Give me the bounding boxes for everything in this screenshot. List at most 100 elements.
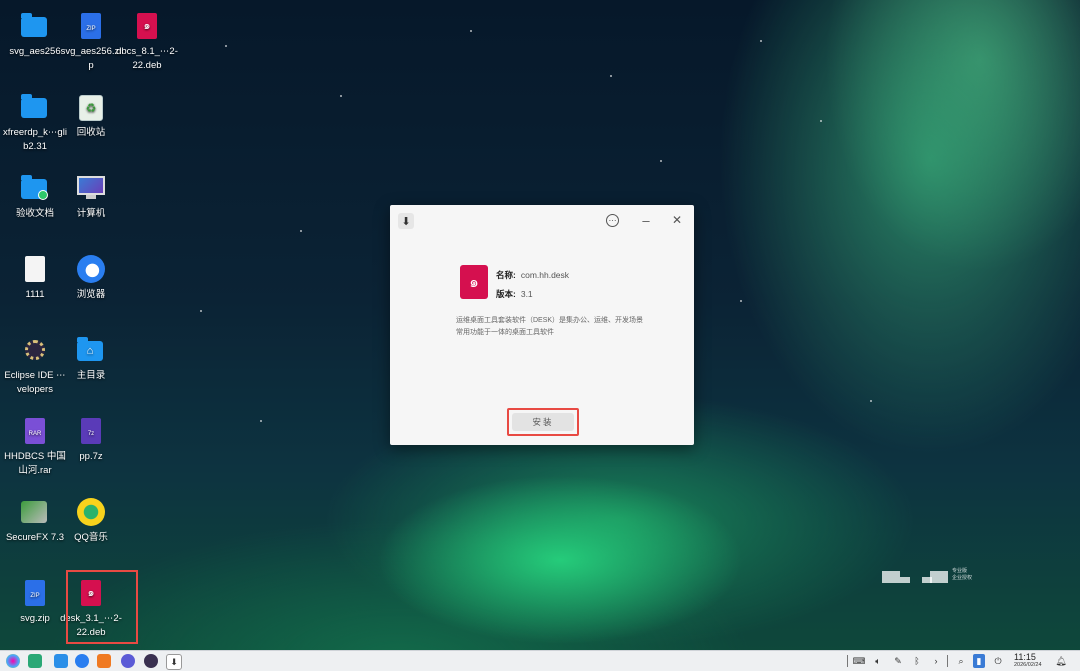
desktop-icon-browser[interactable]: 浏览器 <box>61 255 121 302</box>
star <box>760 40 762 42</box>
desktop-icon-label: Eclipse IDE ⋯velopers <box>4 370 66 395</box>
star <box>340 95 342 97</box>
clock-time[interactable]: 11:15 <box>1014 652 1036 662</box>
rar-file-icon: RAR <box>25 418 45 444</box>
desktop-icon-home[interactable]: ⌂ 主目录 <box>61 336 121 383</box>
package-name-label: 名称: <box>496 270 516 280</box>
desktop-icon-label: dbcs_8.1_⋯2-22.deb <box>116 46 178 71</box>
pen-icon[interactable]: ✎ <box>892 654 904 668</box>
minimize-button[interactable]: – <box>638 212 654 228</box>
show-desktop-icon[interactable] <box>28 654 42 668</box>
zip-file-icon: ZIP <box>81 13 101 39</box>
desktop-icon-qqmusic[interactable]: QQ音乐 <box>61 498 121 545</box>
package-name-value: com.hh.desk <box>520 270 570 280</box>
desktop-icon-label: xfreerdp_k⋯glib2.31 <box>3 127 67 152</box>
desktop-icon-xfreerdp[interactable]: xfreerdp_k⋯glib2.31 <box>3 93 67 154</box>
desktop-icon-trash[interactable]: ♻ 回收站 <box>61 93 121 140</box>
star <box>740 300 742 302</box>
app-store-icon[interactable] <box>97 654 111 668</box>
eclipse-icon[interactable] <box>144 654 158 668</box>
download-icon: ⬇ <box>398 213 414 229</box>
bluetooth-icon[interactable]: ᛒ <box>911 654 923 668</box>
settings-icon[interactable] <box>121 654 135 668</box>
desktop-icon-label: pp.7z <box>79 451 103 462</box>
desktop-icon-svg-aes256[interactable]: svg_aes256 <box>5 12 65 59</box>
volume-icon[interactable]: 🔈︎ <box>872 654 884 668</box>
power-icon[interactable]: ⏻ <box>992 654 1004 668</box>
selection-highlight <box>66 570 138 644</box>
package-name-row: 名称: com.hh.desk <box>496 269 569 281</box>
search-icon[interactable]: ⌕ <box>955 654 967 668</box>
network-icon[interactable]: ▮ <box>973 654 985 668</box>
eclipse-icon <box>25 340 45 360</box>
star <box>260 420 262 422</box>
close-button[interactable]: ✕ <box>669 212 685 228</box>
browser-icon <box>77 255 105 283</box>
desktop-icon-label: svg_aes256 <box>9 46 61 57</box>
tray-separator <box>947 655 948 667</box>
zip-file-icon: ZIP <box>25 580 45 606</box>
install-button[interactable]: 安装 <box>512 413 574 431</box>
package-version-row: 版本: 3.1 <box>496 288 533 300</box>
folder-icon <box>21 94 47 118</box>
7z-file-icon: 7z <box>81 418 101 444</box>
install-button-highlight: 安装 <box>507 408 579 436</box>
watermark-line1: 专业版 <box>952 568 968 574</box>
desktop-icon-label: 1111 <box>25 289 45 300</box>
desktop-icon-dbcs-deb[interactable]: ๑ dbcs_8.1_⋯2-22.deb <box>116 12 178 73</box>
star <box>300 230 302 232</box>
desktop-icon-hhdbcs-rar[interactable]: RAR HHDBCS 中国山河.rar <box>4 417 66 478</box>
dialog-titlebar[interactable]: ⬇ ⋯ – ✕ <box>390 205 694 235</box>
notification-bell-icon[interactable]: 🔔︎ <box>1055 654 1067 668</box>
star <box>870 400 872 402</box>
desktop-icon-1111[interactable]: 1111 <box>5 255 65 302</box>
package-installer-dialog: ⬇ ⋯ – ✕ ๑ 名称: com.hh.desk 版本: 3.1 运维桌面工具套装… <box>390 205 694 445</box>
debian-package-icon: ๑ <box>460 265 488 299</box>
taskbar: ⬇ ⌨ 🔈︎ ✎ ᛒ › ⌕ ▮ ⏻ 11:15 2026/02/24 🔔︎ <box>0 650 1080 671</box>
more-options-icon[interactable]: ⋯ <box>606 214 619 227</box>
package-installer-icon[interactable]: ⬇ <box>166 654 182 670</box>
desktop-icon-eclipse[interactable]: Eclipse IDE ⋯velopers <box>4 336 66 397</box>
star <box>470 30 472 32</box>
desktop-icon-label: 回收站 <box>76 127 106 138</box>
star <box>660 160 662 162</box>
desktop-icon-label: 验收文档 <box>15 208 54 219</box>
keyboard-icon[interactable]: ⌨ <box>853 654 866 668</box>
desktop-icon-label: HHDBCS 中国山河.rar <box>4 451 66 476</box>
debian-package-icon: ๑ <box>137 13 157 39</box>
star <box>225 45 227 47</box>
desktop-icon-label: 浏览器 <box>76 289 106 300</box>
star <box>200 310 202 312</box>
securefx-icon <box>21 498 49 526</box>
desktop-icon-computer[interactable]: 计算机 <box>61 174 121 221</box>
star <box>610 75 612 77</box>
package-version-label: 版本: <box>496 289 516 299</box>
desktop-icon-label: svg_aes256.zip <box>60 46 122 71</box>
folder-icon <box>21 13 47 37</box>
desktop-icon-acceptance-docs[interactable]: 验收文档 <box>5 174 65 221</box>
desktop-icon-label: 主目录 <box>76 370 106 381</box>
qqmusic-icon <box>77 498 105 526</box>
trash-icon: ♻ <box>77 93 105 121</box>
desktop-icon-label: 计算机 <box>76 208 106 219</box>
star <box>820 120 822 122</box>
file-manager-icon[interactable] <box>54 654 68 668</box>
home-folder-icon: ⌂ <box>77 337 103 361</box>
desktop-icon-securefx[interactable]: SecureFX 7.3 <box>5 498 65 545</box>
browser-icon[interactable] <box>75 654 89 668</box>
desktop-icon-svg-zip[interactable]: ZIP svg.zip <box>5 579 65 626</box>
expand-tray-icon[interactable]: › <box>930 654 942 668</box>
text-file-icon <box>25 256 45 282</box>
desktop-icon-pp-7z[interactable]: 7z pp.7z <box>61 417 121 464</box>
license-watermark: 专业版 企业授权 <box>882 568 982 586</box>
clock-date[interactable]: 2026/02/24 <box>1014 662 1042 668</box>
package-version-value: 3.1 <box>520 289 533 299</box>
package-description: 运维桌面工具套装软件（DESK）是集办公、运维、开发场景常用功能于一体的桌面工具… <box>456 317 644 336</box>
desktop-icon-svg-aes256-zip[interactable]: ZIP svg_aes256.zip <box>61 12 121 73</box>
tray-separator <box>847 655 848 667</box>
desktop-icon-label: SecureFX 7.3 <box>5 532 65 543</box>
desktop-icon-label: QQ音乐 <box>74 532 108 543</box>
watermark-line2: 企业授权 <box>952 575 973 581</box>
launcher-icon[interactable] <box>6 654 20 668</box>
desktop-icon-label: svg.zip <box>20 613 50 624</box>
